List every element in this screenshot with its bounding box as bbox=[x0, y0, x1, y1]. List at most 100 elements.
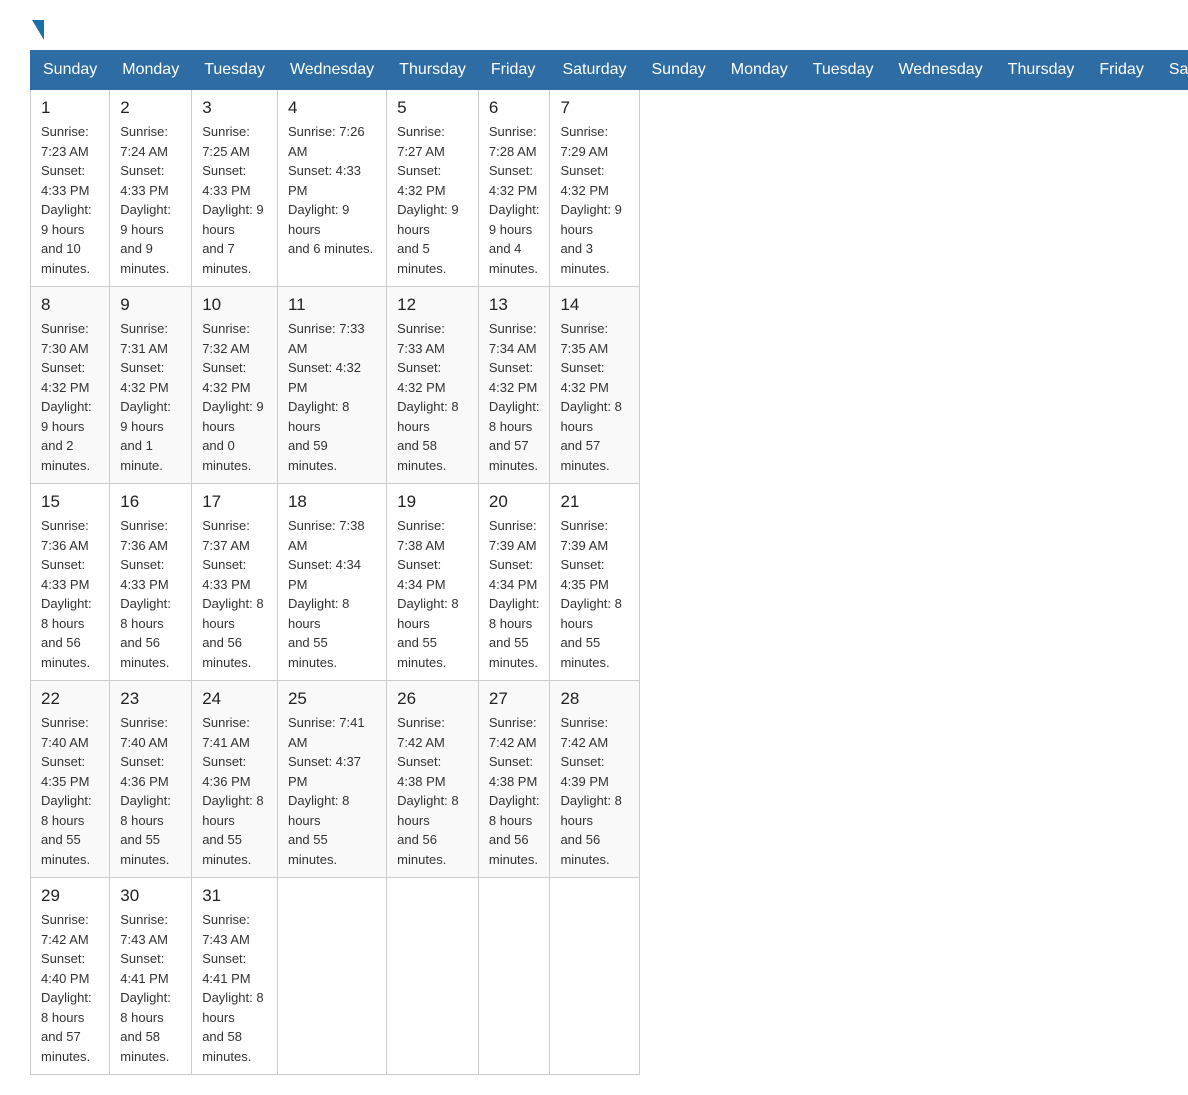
day-info: Sunrise: 7:30 AM Sunset: 4:32 PM Dayligh… bbox=[41, 319, 99, 475]
day-info: Sunrise: 7:42 AM Sunset: 4:38 PM Dayligh… bbox=[489, 713, 540, 869]
day-cell: 30 Sunrise: 7:43 AM Sunset: 4:41 PM Dayl… bbox=[110, 878, 192, 1075]
header-saturday: Saturday bbox=[550, 51, 639, 90]
week-row-4: 22 Sunrise: 7:40 AM Sunset: 4:35 PM Dayl… bbox=[31, 681, 1188, 878]
col-header-saturday: Saturday bbox=[1156, 51, 1188, 90]
header-row: SundayMondayTuesdayWednesdayThursdayFrid… bbox=[31, 51, 1188, 90]
day-cell: 6 Sunrise: 7:28 AM Sunset: 4:32 PM Dayli… bbox=[478, 90, 550, 287]
day-number: 30 bbox=[120, 886, 181, 906]
col-header-friday: Friday bbox=[1087, 51, 1156, 90]
day-info: Sunrise: 7:36 AM Sunset: 4:33 PM Dayligh… bbox=[120, 516, 181, 672]
col-header-monday: Monday bbox=[718, 51, 800, 90]
day-info: Sunrise: 7:42 AM Sunset: 4:38 PM Dayligh… bbox=[397, 713, 468, 869]
day-info: Sunrise: 7:43 AM Sunset: 4:41 PM Dayligh… bbox=[120, 910, 181, 1066]
day-cell: 19 Sunrise: 7:38 AM Sunset: 4:34 PM Dayl… bbox=[387, 484, 479, 681]
day-cell: 3 Sunrise: 7:25 AM Sunset: 4:33 PM Dayli… bbox=[192, 90, 278, 287]
day-cell: 25 Sunrise: 7:41 AM Sunset: 4:37 PM Dayl… bbox=[277, 681, 386, 878]
day-cell: 21 Sunrise: 7:39 AM Sunset: 4:35 PM Dayl… bbox=[550, 484, 639, 681]
day-number: 22 bbox=[41, 689, 99, 709]
day-info: Sunrise: 7:35 AM Sunset: 4:32 PM Dayligh… bbox=[560, 319, 628, 475]
page-header bbox=[30, 20, 1158, 40]
day-cell: 1 Sunrise: 7:23 AM Sunset: 4:33 PM Dayli… bbox=[31, 90, 110, 287]
day-info: Sunrise: 7:43 AM Sunset: 4:41 PM Dayligh… bbox=[202, 910, 267, 1066]
day-info: Sunrise: 7:38 AM Sunset: 4:34 PM Dayligh… bbox=[288, 516, 376, 672]
logo-triangle-icon bbox=[32, 20, 44, 40]
day-info: Sunrise: 7:27 AM Sunset: 4:32 PM Dayligh… bbox=[397, 122, 468, 278]
day-number: 19 bbox=[397, 492, 468, 512]
week-row-1: 1 Sunrise: 7:23 AM Sunset: 4:33 PM Dayli… bbox=[31, 90, 1188, 287]
day-number: 4 bbox=[288, 98, 376, 118]
day-cell: 15 Sunrise: 7:36 AM Sunset: 4:33 PM Dayl… bbox=[31, 484, 110, 681]
day-number: 21 bbox=[560, 492, 628, 512]
day-cell: 22 Sunrise: 7:40 AM Sunset: 4:35 PM Dayl… bbox=[31, 681, 110, 878]
day-number: 5 bbox=[397, 98, 468, 118]
day-number: 24 bbox=[202, 689, 267, 709]
day-number: 6 bbox=[489, 98, 540, 118]
header-tuesday: Tuesday bbox=[192, 51, 278, 90]
day-cell: 14 Sunrise: 7:35 AM Sunset: 4:32 PM Dayl… bbox=[550, 287, 639, 484]
day-cell: 9 Sunrise: 7:31 AM Sunset: 4:32 PM Dayli… bbox=[110, 287, 192, 484]
col-header-wednesday: Wednesday bbox=[886, 51, 995, 90]
week-row-5: 29 Sunrise: 7:42 AM Sunset: 4:40 PM Dayl… bbox=[31, 878, 1188, 1075]
day-number: 14 bbox=[560, 295, 628, 315]
day-number: 1 bbox=[41, 98, 99, 118]
day-cell: 23 Sunrise: 7:40 AM Sunset: 4:36 PM Dayl… bbox=[110, 681, 192, 878]
day-number: 2 bbox=[120, 98, 181, 118]
day-number: 29 bbox=[41, 886, 99, 906]
day-info: Sunrise: 7:31 AM Sunset: 4:32 PM Dayligh… bbox=[120, 319, 181, 475]
col-header-tuesday: Tuesday bbox=[800, 51, 886, 90]
day-info: Sunrise: 7:34 AM Sunset: 4:32 PM Dayligh… bbox=[489, 319, 540, 475]
day-cell: 8 Sunrise: 7:30 AM Sunset: 4:32 PM Dayli… bbox=[31, 287, 110, 484]
day-cell: 27 Sunrise: 7:42 AM Sunset: 4:38 PM Dayl… bbox=[478, 681, 550, 878]
day-cell bbox=[387, 878, 479, 1075]
day-info: Sunrise: 7:32 AM Sunset: 4:32 PM Dayligh… bbox=[202, 319, 267, 475]
day-cell bbox=[550, 878, 639, 1075]
day-number: 15 bbox=[41, 492, 99, 512]
day-info: Sunrise: 7:26 AM Sunset: 4:33 PM Dayligh… bbox=[288, 122, 376, 259]
day-info: Sunrise: 7:37 AM Sunset: 4:33 PM Dayligh… bbox=[202, 516, 267, 672]
day-info: Sunrise: 7:36 AM Sunset: 4:33 PM Dayligh… bbox=[41, 516, 99, 672]
day-number: 28 bbox=[560, 689, 628, 709]
header-wednesday: Wednesday bbox=[277, 51, 386, 90]
week-row-2: 8 Sunrise: 7:30 AM Sunset: 4:32 PM Dayli… bbox=[31, 287, 1188, 484]
day-cell: 4 Sunrise: 7:26 AM Sunset: 4:33 PM Dayli… bbox=[277, 90, 386, 287]
day-cell: 16 Sunrise: 7:36 AM Sunset: 4:33 PM Dayl… bbox=[110, 484, 192, 681]
day-cell: 7 Sunrise: 7:29 AM Sunset: 4:32 PM Dayli… bbox=[550, 90, 639, 287]
day-number: 17 bbox=[202, 492, 267, 512]
day-cell: 17 Sunrise: 7:37 AM Sunset: 4:33 PM Dayl… bbox=[192, 484, 278, 681]
day-info: Sunrise: 7:38 AM Sunset: 4:34 PM Dayligh… bbox=[397, 516, 468, 672]
day-number: 20 bbox=[489, 492, 540, 512]
day-number: 3 bbox=[202, 98, 267, 118]
day-cell: 28 Sunrise: 7:42 AM Sunset: 4:39 PM Dayl… bbox=[550, 681, 639, 878]
header-sunday: Sunday bbox=[31, 51, 110, 90]
week-row-3: 15 Sunrise: 7:36 AM Sunset: 4:33 PM Dayl… bbox=[31, 484, 1188, 681]
day-number: 23 bbox=[120, 689, 181, 709]
header-friday: Friday bbox=[478, 51, 550, 90]
day-number: 10 bbox=[202, 295, 267, 315]
day-cell bbox=[478, 878, 550, 1075]
day-cell: 11 Sunrise: 7:33 AM Sunset: 4:32 PM Dayl… bbox=[277, 287, 386, 484]
day-number: 7 bbox=[560, 98, 628, 118]
day-number: 12 bbox=[397, 295, 468, 315]
day-number: 13 bbox=[489, 295, 540, 315]
day-info: Sunrise: 7:40 AM Sunset: 4:35 PM Dayligh… bbox=[41, 713, 99, 869]
day-number: 26 bbox=[397, 689, 468, 709]
header-thursday: Thursday bbox=[387, 51, 479, 90]
day-cell: 20 Sunrise: 7:39 AM Sunset: 4:34 PM Dayl… bbox=[478, 484, 550, 681]
day-cell: 10 Sunrise: 7:32 AM Sunset: 4:32 PM Dayl… bbox=[192, 287, 278, 484]
day-number: 18 bbox=[288, 492, 376, 512]
day-info: Sunrise: 7:24 AM Sunset: 4:33 PM Dayligh… bbox=[120, 122, 181, 278]
day-number: 11 bbox=[288, 295, 376, 315]
header-monday: Monday bbox=[110, 51, 192, 90]
day-info: Sunrise: 7:41 AM Sunset: 4:37 PM Dayligh… bbox=[288, 713, 376, 869]
day-cell: 12 Sunrise: 7:33 AM Sunset: 4:32 PM Dayl… bbox=[387, 287, 479, 484]
day-info: Sunrise: 7:28 AM Sunset: 4:32 PM Dayligh… bbox=[489, 122, 540, 278]
day-cell: 24 Sunrise: 7:41 AM Sunset: 4:36 PM Dayl… bbox=[192, 681, 278, 878]
calendar-table: SundayMondayTuesdayWednesdayThursdayFrid… bbox=[30, 50, 1188, 1075]
day-cell: 13 Sunrise: 7:34 AM Sunset: 4:32 PM Dayl… bbox=[478, 287, 550, 484]
day-cell: 18 Sunrise: 7:38 AM Sunset: 4:34 PM Dayl… bbox=[277, 484, 386, 681]
day-info: Sunrise: 7:25 AM Sunset: 4:33 PM Dayligh… bbox=[202, 122, 267, 278]
day-cell: 31 Sunrise: 7:43 AM Sunset: 4:41 PM Dayl… bbox=[192, 878, 278, 1075]
day-number: 8 bbox=[41, 295, 99, 315]
day-info: Sunrise: 7:33 AM Sunset: 4:32 PM Dayligh… bbox=[288, 319, 376, 475]
day-number: 9 bbox=[120, 295, 181, 315]
